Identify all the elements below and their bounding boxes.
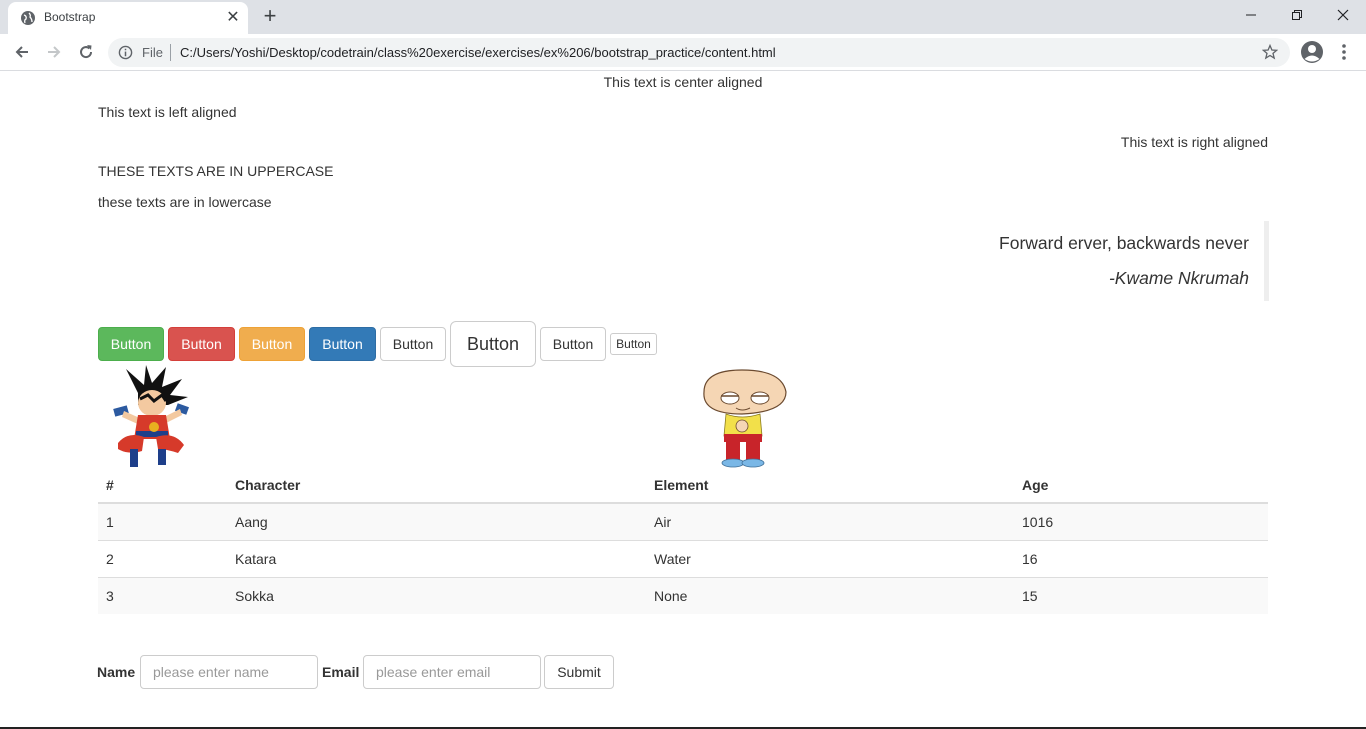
globe-icon <box>21 11 35 25</box>
name-label: Name <box>97 664 136 680</box>
star-icon[interactable] <box>1262 44 1278 60</box>
quote-text: Forward erver, backwards never <box>999 233 1249 253</box>
column-header: Character <box>227 468 646 504</box>
warning-button[interactable]: Button <box>239 327 305 361</box>
kebab-menu-icon[interactable] <box>1336 42 1352 62</box>
email-label: Email <box>322 664 360 680</box>
default-button-2[interactable]: Button <box>540 327 606 361</box>
table-cell: 2 <box>98 539 227 577</box>
left-aligned-text: This text is left aligned <box>98 104 237 120</box>
new-tab-icon[interactable]: + <box>258 5 282 29</box>
table-cell: Sokka <box>227 576 646 614</box>
table-row: 2 Katara Water 16 <box>98 539 1268 577</box>
table-cell: 15 <box>1014 576 1268 614</box>
table-cell: Katara <box>227 539 646 577</box>
right-aligned-text: This text is right aligned <box>1120 134 1268 150</box>
tab-title: Bootstrap <box>44 10 96 24</box>
profile-icon[interactable] <box>1300 40 1324 64</box>
small-button[interactable]: Button <box>610 333 657 355</box>
reload-icon[interactable] <box>72 38 100 66</box>
tab-strip: Bootstrap ✕ + <box>0 0 1366 34</box>
window-close-icon[interactable] <box>1320 0 1366 30</box>
url-text[interactable]: C:/Users/Yoshi/Desktop/codetrain/class%2… <box>180 45 776 60</box>
minimize-icon[interactable] <box>1228 0 1274 30</box>
browser-toolbar: File C:/Users/Yoshi/Desktop/codetrain/cl… <box>0 34 1366 71</box>
address-bar[interactable]: File C:/Users/Yoshi/Desktop/codetrain/cl… <box>108 38 1290 67</box>
table-cell: Water <box>646 539 1014 577</box>
danger-button[interactable]: Button <box>168 327 235 361</box>
forward-icon[interactable] <box>40 38 68 66</box>
browser-tab[interactable]: Bootstrap ✕ <box>8 2 248 34</box>
info-icon[interactable] <box>118 45 133 60</box>
default-button[interactable]: Button <box>380 327 446 361</box>
submit-button[interactable]: Submit <box>544 655 614 689</box>
table-header-row: # Character Element Age <box>98 468 1268 504</box>
table-cell: 1 <box>98 502 227 540</box>
page-content: This text is center aligned This text is… <box>0 71 1366 729</box>
table-cell: None <box>646 576 1014 614</box>
back-icon[interactable] <box>8 38 36 66</box>
characters-table: # Character Element Age 1 Aang Air 1016 … <box>98 468 1268 614</box>
goku-image <box>113 365 190 467</box>
quote-author: -Kwame Nkrumah <box>1108 268 1249 288</box>
success-button[interactable]: Button <box>98 327 164 361</box>
table-cell: Aang <box>227 502 646 540</box>
column-header: # <box>98 468 227 504</box>
blockquote: Forward erver, backwards never -Kwame Nk… <box>700 221 1269 301</box>
table-row: 1 Aang Air 1016 <box>98 502 1268 540</box>
email-input[interactable] <box>363 655 541 689</box>
divider <box>170 44 171 61</box>
column-header: Element <box>646 468 1014 504</box>
table-cell: Air <box>646 502 1014 540</box>
lowercase-text: these texts are in lowercase <box>98 194 272 210</box>
table-row: 3 Sokka None 15 <box>98 576 1268 614</box>
uppercase-text: THESE TEXTS ARE IN UPPERCASE <box>98 163 334 179</box>
name-input[interactable] <box>140 655 318 689</box>
table-cell: 1016 <box>1014 502 1268 540</box>
url-scheme: File <box>142 45 163 60</box>
stewie-image <box>703 369 787 468</box>
close-icon[interactable]: ✕ <box>224 9 242 27</box>
table-cell: 3 <box>98 576 227 614</box>
restore-icon[interactable] <box>1274 0 1320 30</box>
center-aligned-text: This text is center aligned <box>603 74 763 90</box>
column-header: Age <box>1014 468 1268 504</box>
table-cell: 16 <box>1014 539 1268 577</box>
primary-button[interactable]: Button <box>309 327 376 361</box>
large-button[interactable]: Button <box>450 321 536 367</box>
